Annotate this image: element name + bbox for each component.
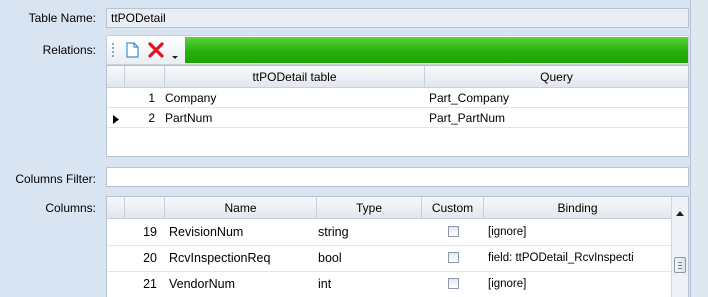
table-row[interactable]: 19 RevisionNum string [ignore] bbox=[107, 220, 671, 245]
relation-query-cell[interactable]: Part_Company bbox=[429, 91, 684, 105]
relations-toolbar bbox=[106, 35, 689, 65]
row-number: 19 bbox=[143, 225, 157, 239]
columns-grid: Name Type Custom Binding 19 RevisionNum … bbox=[106, 196, 689, 297]
columns-filter-label: Columns Filter: bbox=[15, 172, 96, 186]
custom-checkbox[interactable] bbox=[448, 278, 459, 289]
columns-label: Columns: bbox=[45, 201, 96, 215]
new-document-icon[interactable] bbox=[123, 41, 141, 59]
row-indicator-header bbox=[107, 197, 125, 219]
chevron-down-icon[interactable] bbox=[171, 50, 179, 59]
column-header-name[interactable]: Name bbox=[165, 197, 317, 219]
scroll-up-icon[interactable] bbox=[676, 205, 684, 219]
row-number: 1 bbox=[148, 91, 155, 105]
table-row[interactable]: 2 PartNum Part_PartNum bbox=[107, 108, 688, 127]
column-binding-cell[interactable]: [ignore] bbox=[488, 226, 668, 238]
toolbar-green-bar bbox=[185, 37, 688, 63]
table-row[interactable]: 1 Company Part_Company bbox=[107, 88, 688, 107]
toolbar-grip bbox=[112, 43, 116, 57]
column-name-cell[interactable]: VendorNum bbox=[169, 277, 314, 291]
relations-grid: ttPODetail table Query 1 Company Part_Co… bbox=[106, 65, 689, 157]
column-header-field[interactable]: ttPODetail table bbox=[165, 66, 425, 88]
column-name-cell[interactable]: RevisionNum bbox=[169, 225, 314, 239]
scrollbar-thumb[interactable] bbox=[674, 257, 686, 273]
custom-checkbox[interactable] bbox=[448, 226, 459, 237]
column-type-cell[interactable]: bool bbox=[318, 251, 418, 265]
column-header-type[interactable]: Type bbox=[317, 197, 422, 219]
column-type-cell[interactable]: int bbox=[318, 277, 418, 291]
row-divider bbox=[107, 127, 688, 128]
row-number-header bbox=[125, 197, 165, 219]
relation-field-cell[interactable]: PartNum bbox=[165, 111, 420, 125]
custom-checkbox[interactable] bbox=[448, 252, 459, 263]
table-name-field[interactable]: ttPODetail bbox=[106, 8, 689, 28]
column-binding-cell[interactable]: field: ttPODetail_RcvInspecti bbox=[488, 252, 668, 264]
relation-query-cell[interactable]: Part_PartNum bbox=[429, 111, 684, 125]
delete-icon[interactable] bbox=[147, 41, 165, 59]
column-binding-cell[interactable]: [ignore] bbox=[488, 278, 668, 290]
row-number: 2 bbox=[148, 111, 155, 125]
table-row[interactable]: 20 RcvInspectionReq bool field: ttPODeta… bbox=[107, 246, 671, 271]
row-number: 20 bbox=[143, 251, 157, 265]
vertical-scrollbar[interactable] bbox=[671, 197, 688, 297]
column-header-query[interactable]: Query bbox=[425, 66, 688, 88]
column-header-custom[interactable]: Custom bbox=[422, 197, 484, 219]
column-name-cell[interactable]: RcvInspectionReq bbox=[169, 251, 314, 265]
columns-filter-input[interactable] bbox=[106, 167, 689, 187]
row-indicator-header bbox=[107, 66, 125, 88]
row-number-header bbox=[125, 66, 165, 88]
relation-field-cell[interactable]: Company bbox=[165, 91, 420, 105]
column-header-binding[interactable]: Binding bbox=[484, 197, 671, 219]
current-row-arrow-icon bbox=[113, 113, 119, 127]
table-row[interactable]: 21 VendorNum int [ignore] bbox=[107, 272, 671, 297]
row-number: 21 bbox=[143, 277, 157, 291]
table-name-label: Table Name: bbox=[28, 11, 96, 25]
column-type-cell[interactable]: string bbox=[318, 225, 418, 239]
right-panel-edge bbox=[690, 0, 708, 297]
relations-label: Relations: bbox=[42, 43, 96, 57]
